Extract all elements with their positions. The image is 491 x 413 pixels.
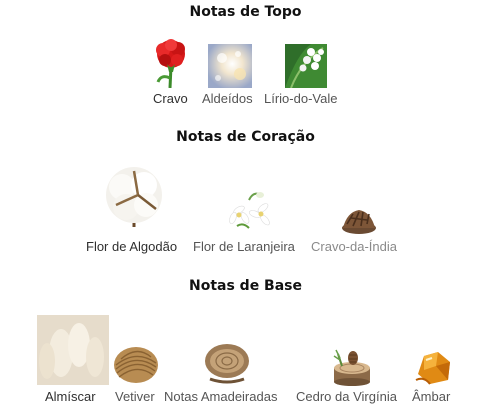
note-label: Vetiver xyxy=(115,389,155,404)
section-title-heart-notes: Notas de Coração xyxy=(176,129,315,145)
vetiver-icon xyxy=(113,343,159,385)
musk-icon xyxy=(37,315,109,385)
note-label: Cravo-da-Índia xyxy=(311,239,397,254)
red-carnation-icon xyxy=(147,38,195,88)
note-label: Almíscar xyxy=(45,389,96,404)
amber-resin-icon xyxy=(414,350,454,386)
note-label: Notas Amadeiradas xyxy=(164,389,278,404)
note-label: Âmbar xyxy=(412,389,451,404)
note-label: Cravo xyxy=(153,91,188,106)
note-label: Aldeídos xyxy=(202,91,253,106)
section-title-top-notes: Notas de Topo xyxy=(189,4,302,20)
cedar-slice-icon xyxy=(330,346,374,386)
note-label: Flor de Algodão xyxy=(86,239,178,254)
note-label: Flor de Laranjeira xyxy=(193,239,295,254)
cotton-flower-icon xyxy=(104,165,166,227)
note-label: Lírio-do-Vale xyxy=(264,91,338,106)
aldehydes-sparkle-icon xyxy=(208,44,252,88)
note-label: Cedro da Virgínia xyxy=(296,389,397,404)
clove-icon xyxy=(341,202,377,234)
orange-blossom-icon xyxy=(225,190,273,232)
section-title-base-notes: Notas de Base xyxy=(188,278,303,294)
wood-log-icon xyxy=(204,341,250,385)
lily-of-the-valley-icon xyxy=(285,44,327,88)
